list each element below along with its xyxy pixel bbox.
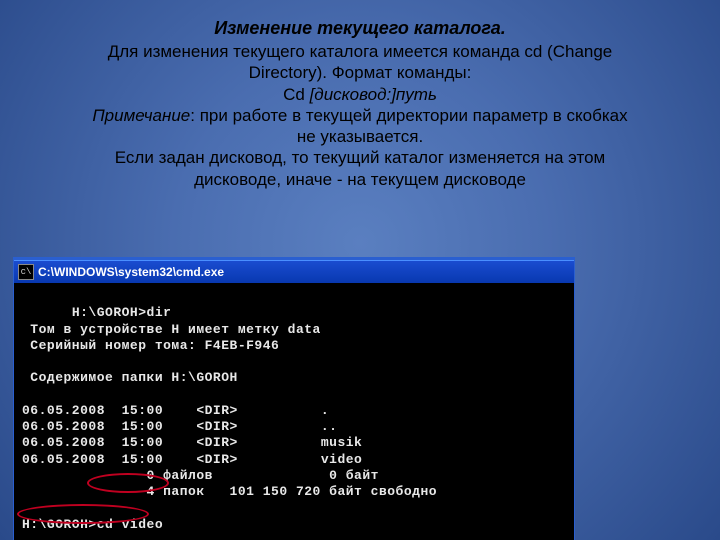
command-arg: [дисковод:]путь bbox=[310, 85, 437, 104]
slide-body: Для изменения текущего каталога имеется … bbox=[0, 41, 720, 190]
body-line-4: не указывается. bbox=[297, 127, 423, 146]
slide-title: Изменение текущего каталога. bbox=[0, 18, 720, 39]
cmd-icon: c\ bbox=[18, 264, 34, 280]
slide: Изменение текущего каталога. Для изменен… bbox=[0, 0, 720, 540]
body-line-5: Если задан дисковод, то текущий каталог … bbox=[115, 148, 605, 167]
title-bar: c\ C:\WINDOWS\system32\cmd.exe bbox=[14, 260, 574, 283]
window-title: C:\WINDOWS\system32\cmd.exe bbox=[38, 265, 224, 279]
body-line-6: дисководе, иначе - на текущем дисководе bbox=[194, 170, 526, 189]
note-label: Примечание bbox=[92, 106, 190, 125]
command-name: Cd bbox=[283, 85, 309, 104]
body-line-1: Для изменения текущего каталога имеется … bbox=[108, 42, 613, 61]
terminal-output: H:\GOROH>dir Том в устройстве H имеет ме… bbox=[14, 283, 574, 540]
body-line-3: : при работе в текущей директории параме… bbox=[190, 106, 627, 125]
body-line-2: Directory). Формат команды: bbox=[249, 63, 472, 82]
terminal-text: H:\GOROH>dir Том в устройстве H имеет ме… bbox=[22, 305, 437, 540]
cmd-window: c\ C:\WINDOWS\system32\cmd.exe H:\GOROH>… bbox=[14, 258, 574, 540]
